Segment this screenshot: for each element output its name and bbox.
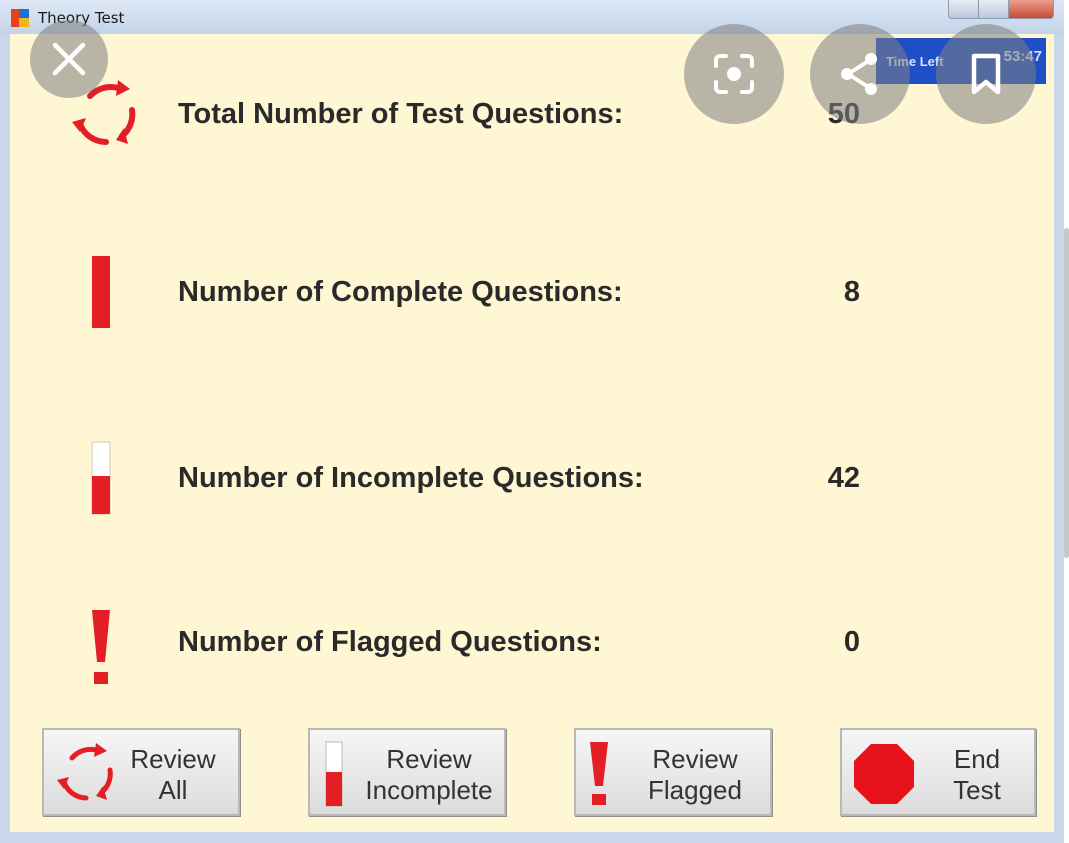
stat-label-flagged: Number of Flagged Questions:	[178, 626, 602, 658]
rotate-arrows-icon	[57, 743, 113, 801]
full-bar-icon	[92, 256, 110, 328]
review-incomplete-button[interactable]: Review Incomplete	[308, 728, 506, 816]
overlay-lens-button[interactable]	[684, 24, 784, 124]
end-test-button[interactable]: End Test	[840, 728, 1036, 816]
stop-sign-icon	[854, 744, 914, 804]
window-close-button[interactable]	[1008, 0, 1054, 19]
stat-label-incomplete: Number of Incomplete Questions:	[178, 462, 644, 494]
stat-label-total: Total Number of Test Questions:	[178, 98, 624, 130]
scrollbar[interactable]	[1064, 228, 1069, 558]
partial-bar-icon	[91, 441, 111, 515]
bookmark-icon	[971, 53, 1001, 95]
review-flagged-label-line1: Review	[652, 744, 738, 774]
stat-label-complete: Number of Complete Questions:	[178, 276, 623, 308]
review-all-button[interactable]: Review All	[42, 728, 240, 816]
end-test-label-line1: End	[953, 744, 1001, 774]
stat-row-flagged: Number of Flagged Questions: 0	[10, 604, 1054, 684]
review-flagged-label-line2: Flagged	[648, 775, 742, 805]
stat-value-incomplete: 42	[827, 462, 860, 494]
partial-bar-icon	[325, 741, 343, 807]
share-icon	[841, 53, 877, 95]
close-icon	[52, 42, 86, 76]
maximize-button[interactable]	[978, 0, 1010, 19]
stat-row-incomplete: Number of Incomplete Questions: 42	[10, 438, 1054, 518]
lens-icon	[714, 54, 754, 94]
review-all-label-line2: All	[158, 775, 188, 805]
end-test-label-line2: Test	[953, 775, 1001, 805]
review-incomplete-label-line2: Incomplete	[365, 775, 493, 805]
stat-value-complete: 8	[843, 276, 860, 308]
stat-value-flagged: 0	[843, 626, 860, 658]
minimize-button[interactable]	[948, 0, 980, 19]
exclamation-icon	[590, 742, 608, 805]
review-all-label-line1: Review	[130, 744, 216, 774]
overlay-close-button[interactable]	[30, 20, 108, 98]
review-incomplete-label-line1: Review	[386, 744, 472, 774]
app-logo-icon	[11, 9, 29, 27]
stat-row-complete: Number of Complete Questions: 8	[10, 252, 1054, 332]
review-flagged-button[interactable]: Review Flagged	[574, 728, 772, 816]
overlay-share-button[interactable]	[810, 24, 910, 124]
app-window: Theory Test Time Left 53:47	[0, 0, 1064, 843]
overlay-bookmark-button[interactable]	[936, 24, 1036, 124]
exclamation-icon	[92, 610, 110, 684]
summary-panel: Time Left 53:47 Total Number of Test Que…	[10, 34, 1054, 832]
title-bar: Theory Test	[0, 0, 1064, 34]
